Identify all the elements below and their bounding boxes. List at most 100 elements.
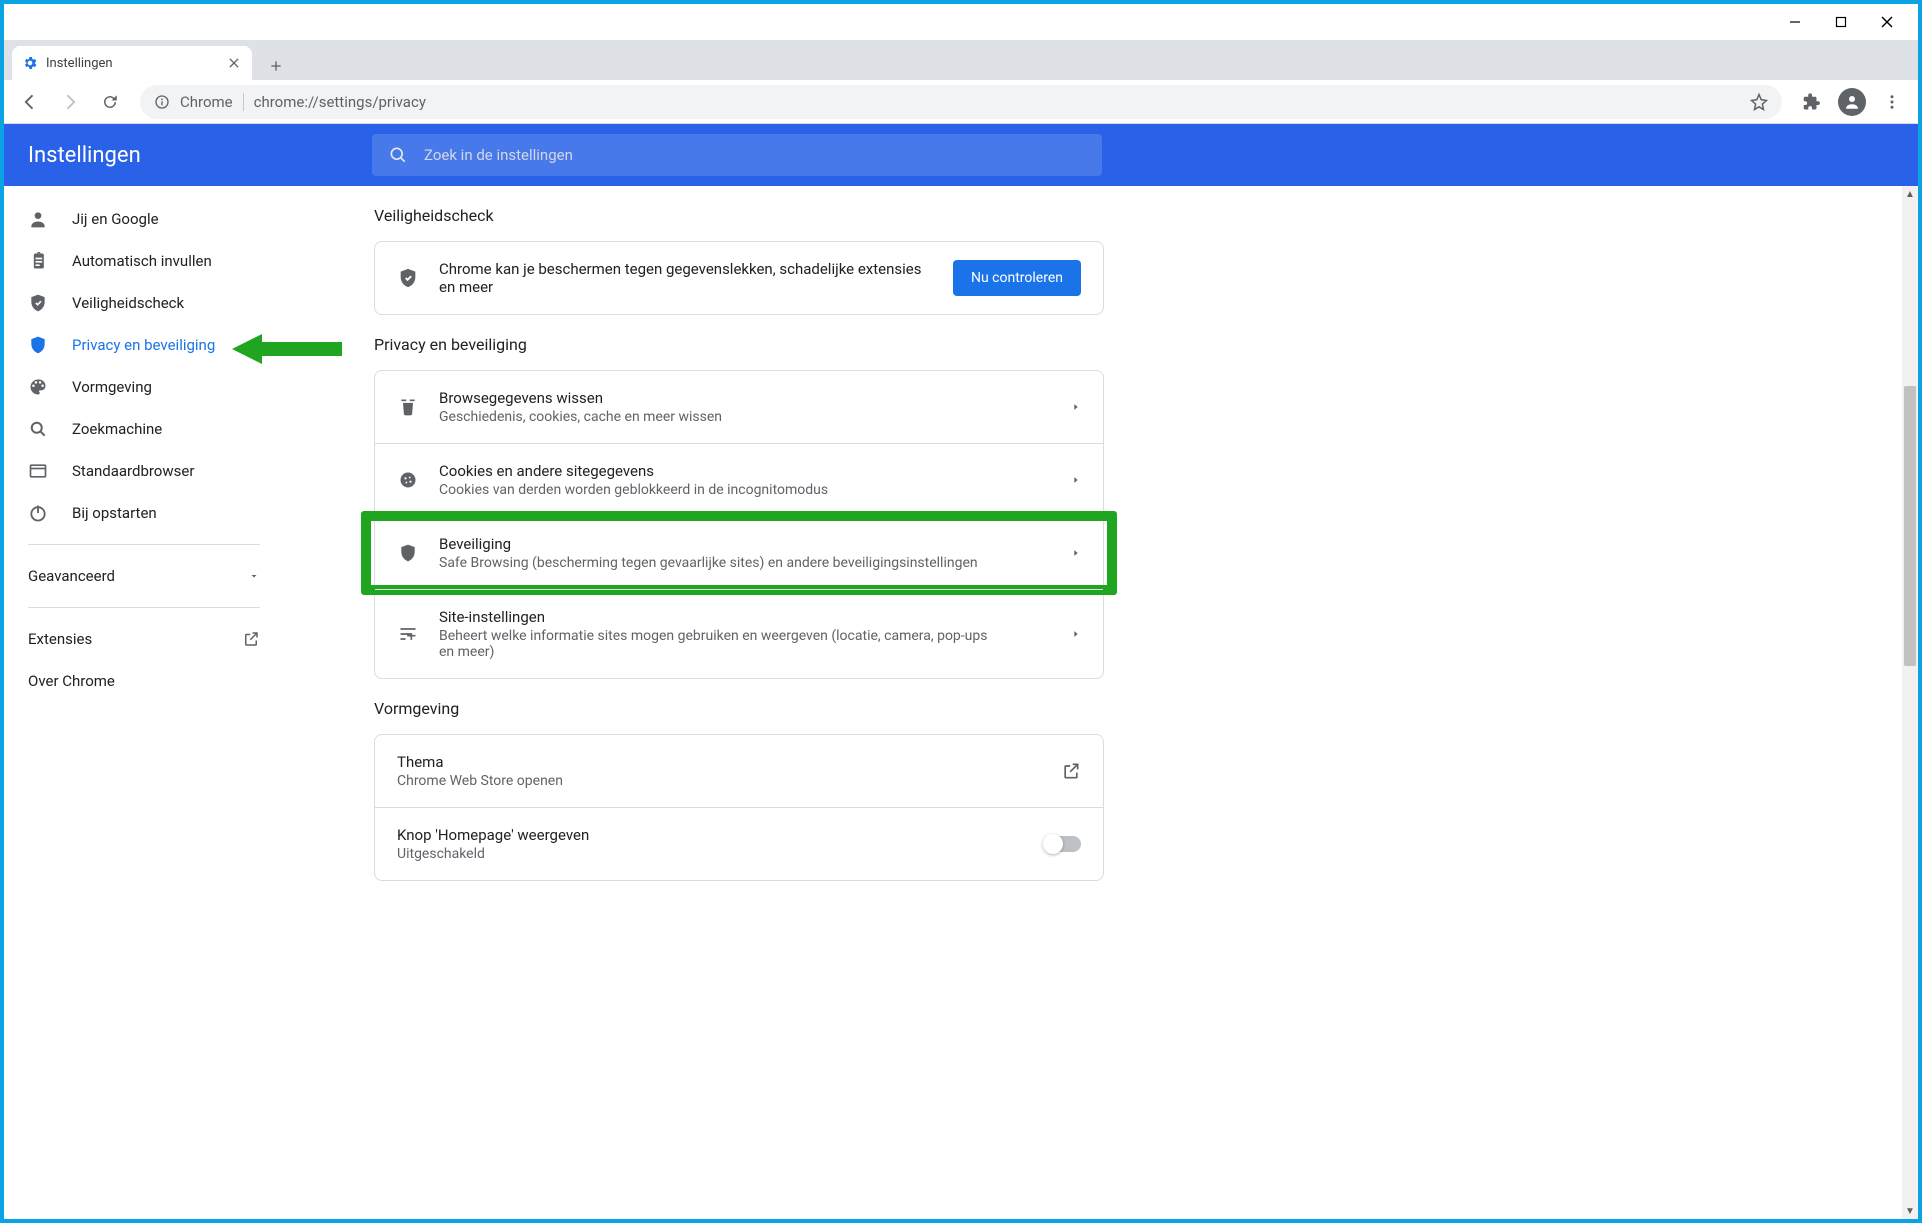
sidebar-item-label: Jij en Google [72, 210, 159, 228]
clipboard-icon [28, 251, 48, 271]
section-title-safety: Veiligheidscheck [374, 206, 1104, 225]
open-in-new-icon [242, 630, 260, 648]
settings-header: Instellingen [4, 124, 1918, 186]
tab-strip: Instellingen [4, 40, 1918, 80]
sidebar-item-label: Zoekmachine [72, 420, 162, 438]
safety-check-card: Chrome kan je beschermen tegen gegevensl… [374, 241, 1104, 315]
row-home-button[interactable]: Knop 'Homepage' weergeven Uitgeschakeld [375, 807, 1103, 880]
settings-search[interactable] [372, 134, 1102, 176]
site-info-icon[interactable] [154, 94, 170, 110]
profile-avatar[interactable] [1834, 84, 1870, 120]
sidebar-separator [28, 607, 260, 608]
browser-window-icon [28, 461, 48, 481]
sidebar-item-search-engine[interactable]: Zoekmachine [4, 408, 284, 450]
shield-check-icon [397, 267, 419, 289]
sidebar-item-safety-check[interactable]: Veiligheidscheck [4, 282, 284, 324]
browser-tab[interactable]: Instellingen [12, 46, 252, 80]
privacy-card: Browsegegevens wissen Geschiedenis, cook… [374, 370, 1104, 679]
section-title-privacy: Privacy en beveiliging [374, 335, 1104, 354]
sidebar-extensions-label: Extensies [28, 630, 92, 648]
omnibox-chip: Chrome [180, 93, 233, 111]
toggle-home-button[interactable] [1045, 836, 1081, 852]
sidebar-item-label: Vormgeving [72, 378, 152, 396]
chevron-down-icon [248, 570, 260, 582]
scrollbar[interactable]: ▲ ▼ [1902, 186, 1918, 1219]
palette-icon [28, 377, 48, 397]
sidebar-item-appearance[interactable]: Vormgeving [4, 366, 284, 408]
row-title: Knop 'Homepage' weergeven [397, 826, 1025, 844]
omnibox-url: chrome://settings/privacy [254, 93, 426, 111]
sidebar-item-label: Automatisch invullen [72, 252, 212, 270]
tab-close-button[interactable] [226, 55, 242, 71]
scroll-up-icon[interactable]: ▲ [1902, 186, 1918, 202]
appearance-card: Thema Chrome Web Store openen Knop 'Home… [374, 734, 1104, 881]
sidebar-advanced-label: Geavanceerd [28, 567, 115, 585]
row-subtitle: Cookies van derden worden geblokkeerd in… [439, 482, 999, 498]
shield-check-icon [28, 293, 48, 313]
row-subtitle: Uitgeschakeld [397, 846, 957, 862]
chevron-right-icon [1071, 475, 1081, 485]
window-titlebar [4, 4, 1918, 40]
tab-title: Instellingen [46, 56, 218, 71]
sidebar-about-label: Over Chrome [28, 672, 115, 690]
menu-button[interactable] [1874, 84, 1910, 120]
bookmark-star-icon[interactable] [1750, 93, 1768, 111]
row-title: Site-instellingen [439, 608, 1051, 626]
search-icon [28, 419, 48, 439]
sidebar-item-label: Standaardbrowser [72, 462, 194, 480]
sidebar-item-autofill[interactable]: Automatisch invullen [4, 240, 284, 282]
sidebar-advanced-toggle[interactable]: Geavanceerd [4, 555, 284, 597]
chevron-right-icon [1071, 402, 1081, 412]
scrollbar-thumb[interactable] [1904, 386, 1916, 666]
window-minimize-button[interactable] [1772, 6, 1818, 38]
new-tab-button[interactable] [262, 52, 290, 80]
shield-icon [28, 335, 48, 355]
row-subtitle: Beheert welke informatie sites mogen geb… [439, 628, 999, 660]
reload-button[interactable] [92, 84, 128, 120]
safety-check-description: Chrome kan je beschermen tegen gegevensl… [439, 260, 933, 296]
address-bar[interactable]: Chrome chrome://settings/privacy [140, 85, 1782, 119]
open-in-new-icon [1061, 761, 1081, 781]
row-title: Browsegegevens wissen [439, 389, 1051, 407]
row-clear-browsing-data[interactable]: Browsegegevens wissen Geschiedenis, cook… [375, 371, 1103, 443]
settings-title: Instellingen [28, 143, 348, 168]
row-subtitle: Geschiedenis, cookies, cache en meer wis… [439, 409, 999, 425]
annotation-arrow [232, 332, 342, 366]
scroll-down-icon[interactable]: ▼ [1902, 1203, 1918, 1219]
sidebar-separator [28, 544, 260, 545]
row-security[interactable]: Beveiliging Safe Browsing (bescherming t… [375, 516, 1103, 589]
row-title: Beveiliging [439, 535, 1051, 553]
window-maximize-button[interactable] [1818, 6, 1864, 38]
row-title: Cookies en andere sitegegevens [439, 462, 1051, 480]
sidebar-item-you-and-google[interactable]: Jij en Google [4, 198, 284, 240]
chevron-right-icon [1071, 629, 1081, 639]
person-icon [28, 209, 48, 229]
forward-button[interactable] [52, 84, 88, 120]
tune-icon [397, 623, 419, 645]
sidebar-item-default-browser[interactable]: Standaardbrowser [4, 450, 284, 492]
sidebar-about-link[interactable]: Over Chrome [4, 660, 284, 702]
safety-check-button[interactable]: Nu controleren [953, 260, 1081, 296]
shield-icon [397, 542, 419, 564]
row-title: Thema [397, 753, 1041, 771]
row-cookies[interactable]: Cookies en andere sitegegevens Cookies v… [375, 443, 1103, 516]
row-subtitle: Chrome Web Store openen [397, 773, 957, 789]
settings-main: Veiligheidscheck Chrome kan je bescherme… [284, 186, 1918, 1219]
sidebar-extensions-link[interactable]: Extensies [4, 618, 284, 660]
window-close-button[interactable] [1864, 6, 1910, 38]
sidebar-item-label: Bij opstarten [72, 504, 157, 522]
sidebar-item-label: Veiligheidscheck [72, 294, 184, 312]
gear-icon [22, 55, 38, 71]
row-theme[interactable]: Thema Chrome Web Store openen [375, 735, 1103, 807]
sidebar-item-on-startup[interactable]: Bij opstarten [4, 492, 284, 534]
search-icon [388, 145, 408, 165]
extensions-icon[interactable] [1794, 84, 1830, 120]
trash-icon [397, 396, 419, 418]
omnibox-separator [243, 93, 244, 111]
browser-toolbar: Chrome chrome://settings/privacy [4, 80, 1918, 124]
settings-search-input[interactable] [422, 145, 1086, 165]
sidebar-item-label: Privacy en beveiliging [72, 336, 215, 354]
back-button[interactable] [12, 84, 48, 120]
row-site-settings[interactable]: Site-instellingen Beheert welke informat… [375, 589, 1103, 678]
section-title-appearance: Vormgeving [374, 699, 1104, 718]
